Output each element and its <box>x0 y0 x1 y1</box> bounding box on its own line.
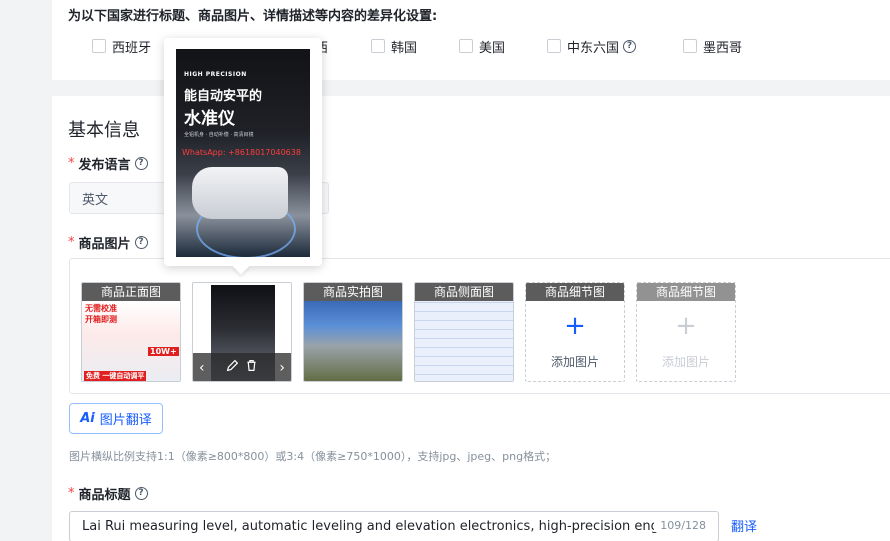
level-instrument-picture <box>192 167 288 219</box>
image-text: 免费 一键自动调平 <box>84 371 147 381</box>
images-label-text: 商品图片 <box>78 237 131 252</box>
product-image <box>415 301 513 381</box>
diff-settings-title: 为以下国家进行标题、商品图片、详情描述等内容的差异化设置: <box>68 9 438 24</box>
chevron-left-icon[interactable]: ‹ <box>199 360 205 376</box>
preview-image: HIGH PRECISION 能自动安平的 水准仪 全铝机身 · 自动补偿 · … <box>176 49 310 257</box>
image-preview-popover: HIGH PRECISION 能自动安平的 水准仪 全铝机身 · 自动补偿 · … <box>164 38 322 275</box>
required-mark: * <box>68 235 75 250</box>
product-image: 无需校准 开箱即测 10W+ 免费 一键自动调平 <box>82 301 180 381</box>
country-label: 美国 <box>479 40 506 56</box>
help-icon[interactable]: ? <box>134 487 148 500</box>
required-mark: * <box>68 156 75 171</box>
product-image <box>304 301 402 381</box>
country-option-middle-east[interactable]: 中东六国 ? <box>547 36 637 56</box>
language-label-text: 发布语言 <box>78 158 131 173</box>
required-mark: * <box>68 486 75 501</box>
preview-headline-large: 水准仪 <box>184 109 235 129</box>
add-image-label: 添加图片 <box>661 355 710 369</box>
ai-icon: Ai <box>80 411 95 426</box>
country-label: 西班牙 <box>112 40 152 56</box>
add-image-label: 添加图片 <box>550 355 599 369</box>
image-text: 无需校准 <box>85 304 117 313</box>
checkbox[interactable] <box>92 39 106 53</box>
image-text: 开箱即测 <box>85 315 117 324</box>
product-title-label-text: 商品标题 <box>78 488 131 503</box>
image-translate-button[interactable]: Ai 图片翻译 <box>69 403 163 434</box>
image-slot-real[interactable]: 商品实拍图 <box>303 282 403 382</box>
images-label: * 商品图片 ? <box>68 233 148 252</box>
product-title-input[interactable]: Lai Rui measuring level, automatic level… <box>69 511 719 541</box>
country-option-spain[interactable]: 西班牙 <box>92 36 151 56</box>
preview-headline: 能自动安平的 <box>184 89 263 104</box>
slot-caption: 商品实拍图 <box>304 283 402 301</box>
checkbox[interactable] <box>683 39 697 53</box>
image-format-hint: 图片横纵比例支持1:1（像素≥800*800）或3:4（像素≥750*1000）… <box>69 450 557 463</box>
delete-icon[interactable] <box>245 359 258 376</box>
checkbox[interactable] <box>547 39 561 53</box>
country-label: 中东六国 <box>567 40 620 56</box>
image-translate-label: 图片翻译 <box>99 413 152 428</box>
section-title: 基本信息 <box>68 120 140 141</box>
help-icon[interactable]: ? <box>134 157 148 170</box>
edit-icon[interactable] <box>226 359 239 376</box>
language-label: * 发布语言 ? <box>68 154 148 173</box>
slot-caption: 商品细节图 <box>637 283 735 301</box>
image-slot-front[interactable]: 商品正面图 无需校准 开箱即测 10W+ 免费 一键自动调平 <box>81 282 181 382</box>
plus-icon: + <box>564 311 586 341</box>
plus-icon: + <box>675 311 697 341</box>
preview-subline: 全铝机身 · 自动补偿 · 高清目镜 <box>184 132 254 138</box>
country-label: 韩国 <box>391 40 418 56</box>
country-label: 墨西哥 <box>703 40 743 56</box>
image-slot-hovered[interactable]: ‹ › <box>192 282 292 382</box>
checkbox[interactable] <box>459 39 473 53</box>
slot-caption: 商品正面图 <box>82 283 180 301</box>
image-slot-side[interactable]: 商品侧面图 <box>414 282 514 382</box>
country-option-korea[interactable]: 韩国 <box>371 36 417 56</box>
image-slot-detail-disabled: 商品细节图 + 添加图片 <box>636 282 736 382</box>
translate-link[interactable]: 翻译 <box>731 516 757 535</box>
checkbox[interactable] <box>371 39 385 53</box>
image-text: 10W+ <box>148 347 179 356</box>
preview-brand: HIGH PRECISION <box>184 71 247 78</box>
help-icon[interactable]: ? <box>134 236 148 249</box>
country-option-usa[interactable]: 美国 <box>459 36 505 56</box>
image-actions-bar: ‹ › <box>193 353 291 381</box>
slot-caption: 商品细节图 <box>526 283 624 301</box>
product-title-label: * 商品标题 ? <box>68 484 148 503</box>
image-slot-detail-add[interactable]: 商品细节图 + 添加图片 <box>525 282 625 382</box>
help-icon[interactable]: ? <box>623 39 637 53</box>
char-count: 109/128 <box>654 519 706 532</box>
product-title-value: Lai Rui measuring level, automatic level… <box>82 519 687 534</box>
slot-caption: 商品侧面图 <box>415 283 513 301</box>
country-option-mexico[interactable]: 墨西哥 <box>683 36 742 56</box>
chevron-right-icon[interactable]: › <box>279 360 285 376</box>
preview-watermark: WhatsApp: +8618017040638 <box>182 148 301 157</box>
